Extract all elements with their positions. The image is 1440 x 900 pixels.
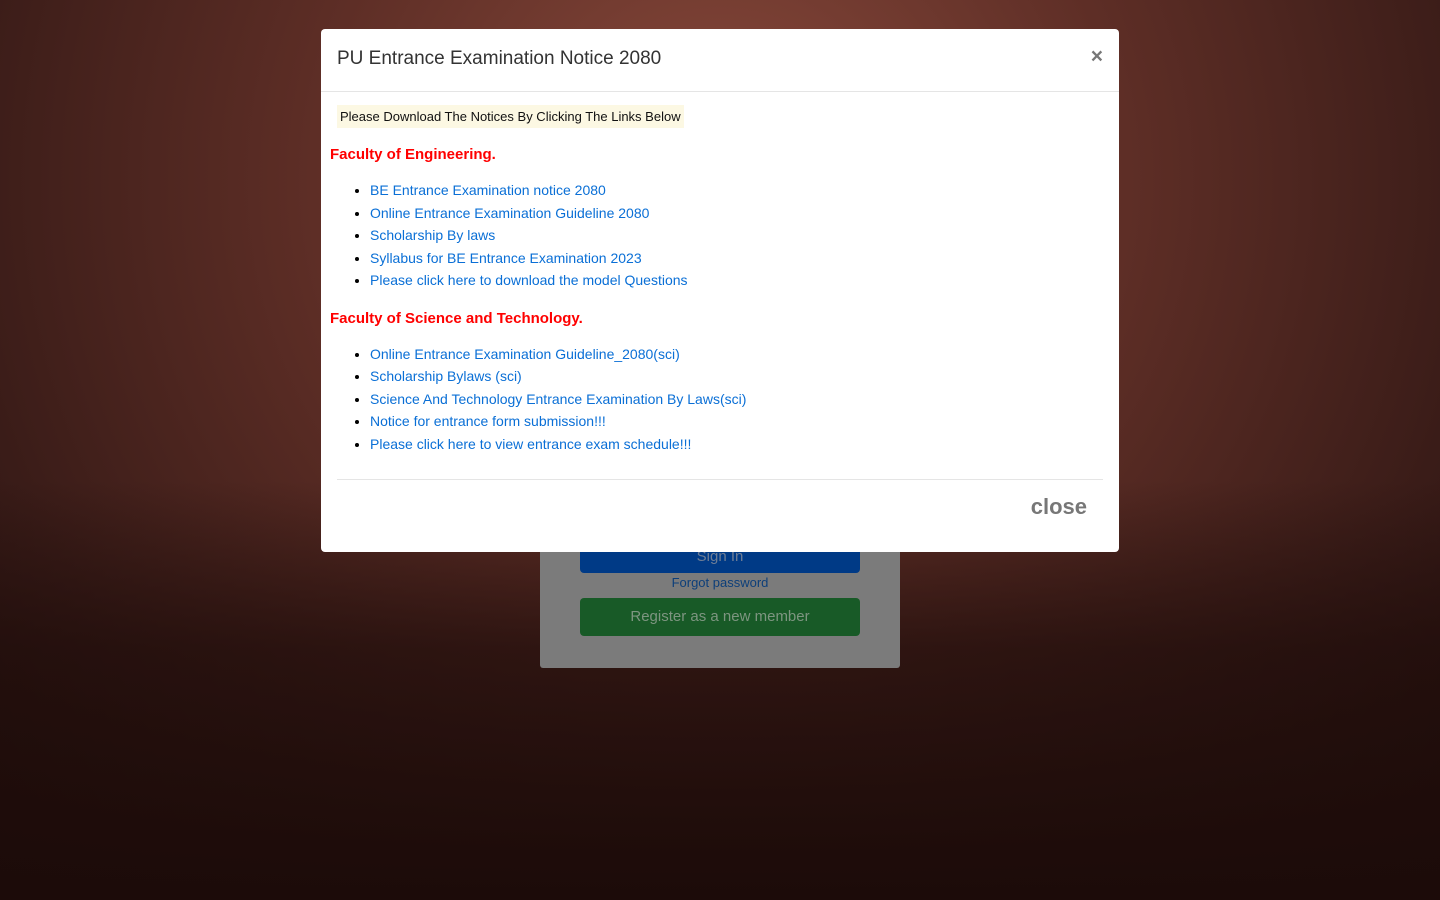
notice-link[interactable]: Online Entrance Examination Guideline_20… [370,346,680,362]
modal-title: PU Entrance Examination Notice 2080 [337,48,662,69]
section-heading-science: Faculty of Science and Technology. [330,309,583,327]
notice-link[interactable]: Scholarship By laws [370,227,495,243]
modal-body: Please Download The Notices By Clicking … [321,92,1119,455]
notice-link[interactable]: Online Entrance Examination Guideline 20… [370,205,649,221]
notice-link[interactable]: Science And Technology Entrance Examinat… [370,391,746,407]
list-item: Scholarship Bylaws (sci) [370,365,1110,388]
notice-link[interactable]: Please click here to view entrance exam … [370,436,691,452]
close-button[interactable]: close [1031,494,1087,520]
list-item: Online Entrance Examination Guideline 20… [370,202,1110,225]
list-item: Syllabus for BE Entrance Examination 202… [370,247,1110,270]
notice-modal: PU Entrance Examination Notice 2080 × Pl… [321,29,1119,552]
forgot-password-link[interactable]: Forgot password [540,575,900,590]
list-item: Please click here to download the model … [370,269,1110,292]
engineering-links: BE Entrance Examination notice 2080 Onli… [370,179,1110,292]
notice-link[interactable]: Notice for entrance form submission!!! [370,413,606,429]
list-item: Scholarship By laws [370,224,1110,247]
list-item: Online Entrance Examination Guideline_20… [370,343,1110,366]
register-button[interactable]: Register as a new member [580,598,860,636]
download-note: Please Download The Notices By Clicking … [337,105,684,128]
section-heading-engineering: Faculty of Engineering. [330,146,496,163]
list-item: BE Entrance Examination notice 2080 [370,179,1110,202]
notice-link[interactable]: BE Entrance Examination notice 2080 [370,182,606,198]
list-item: Please click here to view entrance exam … [370,433,1110,456]
modal-footer: close [337,479,1103,519]
notice-link[interactable]: Syllabus for BE Entrance Examination 202… [370,250,642,266]
list-item: Science And Technology Entrance Examinat… [370,388,1110,411]
science-links: Online Entrance Examination Guideline_20… [370,343,1110,456]
notice-link[interactable]: Scholarship Bylaws (sci) [370,368,522,384]
notice-link[interactable]: Please click here to download the model … [370,272,688,288]
close-icon[interactable]: × [1091,45,1103,69]
list-item: Notice for entrance form submission!!! [370,410,1110,433]
modal-header: PU Entrance Examination Notice 2080 × [321,29,1119,92]
